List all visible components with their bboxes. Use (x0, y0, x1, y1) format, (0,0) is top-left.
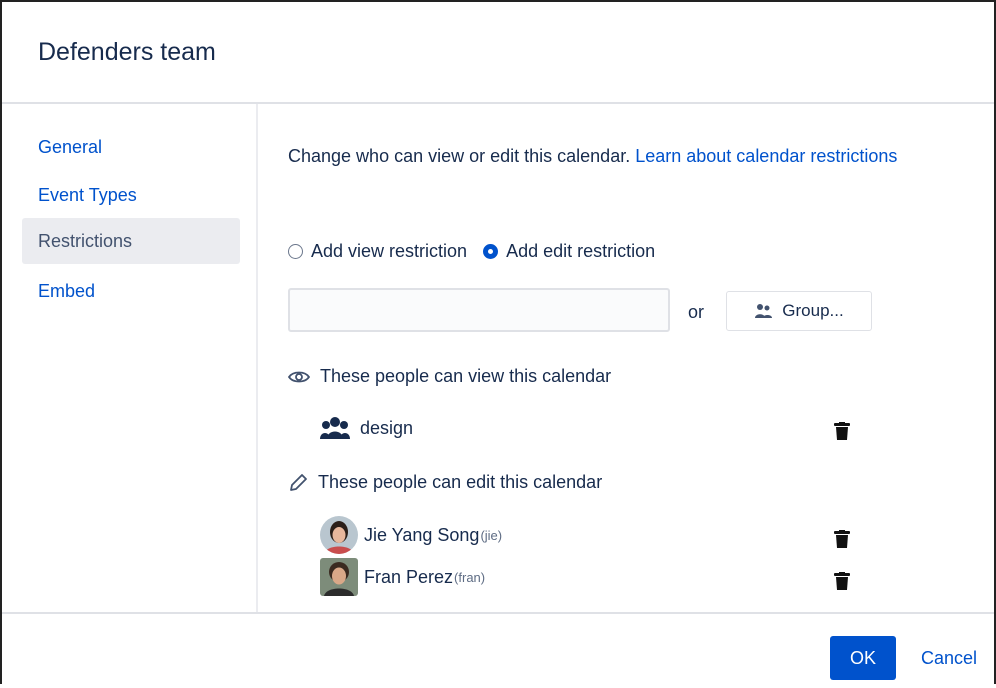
view-entry-group: design (320, 416, 413, 440)
edit-restriction-label[interactable]: Add edit restriction (506, 241, 655, 262)
view-restriction-label[interactable]: Add view restriction (311, 241, 467, 262)
user-search-input[interactable] (288, 288, 670, 332)
dialog-title: Defenders team (38, 38, 216, 66)
group-icon (320, 417, 350, 439)
group-icon (755, 304, 773, 318)
sidebar-item-general[interactable]: General (22, 124, 240, 170)
dialog-header: Defenders team (2, 2, 994, 104)
view-section-label: These people can view this calendar (320, 366, 612, 386)
view-restriction-radio[interactable] (288, 244, 303, 259)
user-name: Jie Yang Song (364, 524, 480, 545)
edit-section-label: These people can edit this calendar (318, 472, 603, 492)
settings-sidebar: General Event Types Restrictions Embed (2, 104, 258, 612)
or-label: or (688, 302, 705, 322)
user-name: Fran Perez (364, 566, 454, 587)
edit-entry-user: Fran Perez (fran) (320, 558, 485, 596)
restriction-mode-group: Add view restriction Add edit restrictio… (288, 241, 671, 262)
eye-icon (288, 371, 310, 382)
user-username: (jie) (480, 527, 503, 543)
remove-design-trash-icon[interactable] (834, 422, 850, 440)
group-name: design (360, 417, 414, 438)
remove-jie-trash-icon[interactable] (834, 530, 850, 548)
edit-entry-user: Jie Yang Song (jie) (320, 516, 502, 554)
ok-button[interactable]: OK (830, 636, 896, 680)
sidebar-item-embed[interactable]: Embed (22, 268, 240, 314)
edit-restriction-radio[interactable] (483, 244, 499, 259)
sidebar-item-restrictions[interactable]: Restrictions (22, 218, 240, 264)
group-picker-button[interactable]: Group... (726, 291, 872, 331)
user-avatar (320, 516, 358, 554)
user-username: (fran) (454, 569, 486, 585)
dialog-footer: OK Cancel (2, 612, 994, 688)
view-section-title: These people can view this calendar (288, 366, 611, 387)
learn-restrictions-link[interactable]: Learn about calendar restrictions (635, 146, 897, 166)
intro-text: Change who can view or edit this calenda… (288, 146, 631, 166)
user-avatar (320, 558, 358, 596)
calendar-settings-dialog: Defenders team General Event Types Restr… (0, 0, 996, 684)
cancel-button[interactable]: Cancel (906, 636, 992, 680)
remove-fran-trash-icon[interactable] (834, 572, 850, 590)
restrictions-panel: Change who can view or edit this calenda… (258, 104, 994, 612)
group-button-label: Group... (782, 301, 844, 320)
sidebar-item-event-types[interactable]: Event Types (22, 172, 240, 218)
edit-section-title: These people can edit this calendar (288, 472, 602, 493)
pencil-icon (290, 473, 307, 491)
restrictions-intro: Change who can view or edit this calenda… (288, 142, 968, 171)
